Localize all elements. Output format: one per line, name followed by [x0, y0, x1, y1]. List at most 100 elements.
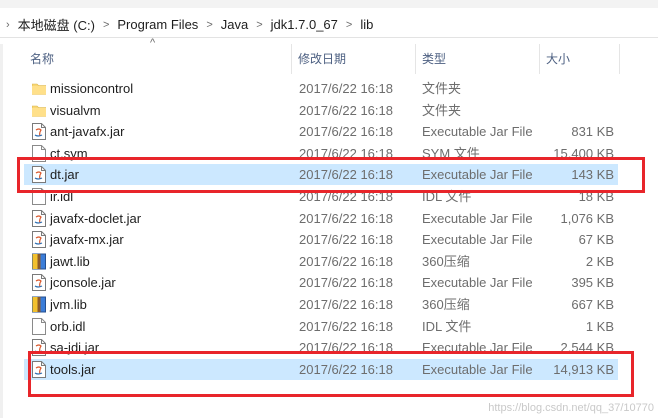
jar-icon [32, 360, 46, 378]
jar-icon [32, 339, 46, 357]
file-row[interactable]: orb.idl 2017/6/22 16:18 IDL 文件 1 KB [24, 316, 618, 337]
file-icon [32, 144, 46, 162]
breadcrumb-item-drive[interactable]: 本地磁盘 (C:) [12, 15, 101, 34]
file-size: 667 KB [571, 297, 614, 312]
file-type: Executable Jar File [422, 275, 533, 291]
file-type: Executable Jar File [422, 232, 533, 248]
file-type: Executable Jar File [422, 167, 533, 183]
file-name: javafx-doclet.jar [50, 210, 142, 226]
file-row[interactable]: sa-jdi.jar 2017/6/22 16:18 Executable Jar … [24, 337, 618, 358]
file-date: 2017/6/22 16:18 [299, 124, 393, 140]
file-type: 360压缩 [422, 253, 470, 269]
breadcrumb-item-jdk[interactable]: jdk1.7.0_67 [265, 17, 344, 32]
file-name: jawt.lib [50, 253, 90, 269]
file-size: 15,400 KB [553, 145, 614, 161]
file-size: 2 KB [585, 253, 614, 269]
column-header-row: ^ 名称 修改日期 类型 大小 [0, 37, 658, 74]
breadcrumb-separator-icon[interactable]: > [101, 19, 111, 31]
column-header-date[interactable]: 修改日期 [292, 44, 416, 74]
address-bar[interactable]: › 本地磁盘 (C:) > Program Files > Java > jdk… [0, 10, 658, 38]
file-row[interactable]: jconsole.jar 2017/6/22 16:18 Executable Ja… [24, 272, 618, 293]
file-name: ir.idl [50, 189, 74, 204]
file-row[interactable]: javafx-mx.jar 2017/6/22 16:18 Executable J… [24, 229, 618, 250]
file-date: 2017/6/22 16:18 [299, 361, 393, 377]
file-name: visualvm [50, 102, 101, 118]
file-icon [32, 188, 46, 205]
archive-icon [32, 296, 46, 313]
breadcrumb-separator-icon[interactable]: > [344, 19, 354, 31]
file-type: IDL 文件 [422, 318, 472, 334]
file-type: 文件夹 [422, 102, 462, 118]
file-name: javafx-mx.jar [50, 232, 124, 248]
jar-icon [32, 123, 46, 141]
file-row[interactable]: dt.jar 2017/6/22 16:18 Executable Jar File… [24, 164, 618, 186]
file-date: 2017/6/22 16:18 [299, 340, 393, 356]
file-date: 2017/6/22 16:18 [299, 210, 393, 226]
file-date: 2017/6/22 16:18 [299, 232, 393, 248]
column-header-name[interactable]: 名称 [24, 44, 292, 74]
file-row[interactable]: ct.sym 2017/6/22 16:18 SYM 文件 15,400 KB [24, 143, 618, 164]
file-date: 2017/6/22 16:18 [299, 145, 393, 161]
file-row[interactable]: jvm.lib 2017/6/22 16:18 360压缩 667 KB [24, 294, 618, 315]
archive-icon [32, 253, 46, 270]
column-header-size[interactable]: 大小 [540, 44, 620, 74]
file-type: Executable Jar File [422, 361, 533, 377]
file-row[interactable]: missioncontrol 2017/6/22 16:18 文件夹 [24, 78, 618, 99]
file-date: 2017/6/22 16:18 [299, 318, 393, 334]
file-name: jconsole.jar [50, 275, 116, 291]
file-type: Executable Jar File [422, 210, 533, 226]
file-name: tools.jar [50, 361, 96, 377]
top-cut-strip [0, 0, 658, 8]
file-type: IDL 文件 [422, 189, 472, 204]
file-size: 14,913 KB [553, 361, 614, 377]
file-name: jvm.lib [50, 297, 87, 312]
file-date: 2017/6/22 16:18 [299, 81, 393, 96]
file-type: 文件夹 [422, 81, 462, 96]
file-size: 1,076 KB [560, 210, 615, 226]
file-name: orb.idl [50, 318, 86, 334]
file-date: 2017/6/22 16:18 [299, 297, 393, 312]
file-icon [32, 317, 46, 335]
file-date: 2017/6/22 16:18 [299, 253, 393, 269]
file-size: 395 KB [571, 275, 614, 291]
file-name: ct.sym [50, 145, 88, 161]
watermark: https://blog.csdn.net/qq_37/10770 [488, 402, 654, 414]
file-type: Executable Jar File [422, 340, 533, 356]
file-size: 1 KB [585, 318, 614, 334]
file-size: 67 KB [578, 232, 614, 248]
breadcrumb-separator-icon[interactable]: > [254, 19, 264, 31]
file-row[interactable]: jawt.lib 2017/6/22 16:18 360压缩 2 KB [24, 251, 618, 272]
file-row[interactable]: visualvm 2017/6/22 16:18 文件夹 [24, 100, 618, 121]
file-date: 2017/6/22 16:18 [299, 275, 393, 291]
file-row[interactable]: javafx-doclet.jar 2017/6/22 16:18 Executab… [24, 208, 618, 229]
file-size: 18 KB [578, 189, 614, 204]
file-date: 2017/6/22 16:18 [299, 167, 393, 183]
file-type: SYM 文件 [422, 145, 480, 161]
file-name: ant-javafx.jar [50, 124, 125, 140]
file-type: Executable Jar File [422, 124, 533, 140]
file-name: sa-jdi.jar [50, 340, 100, 356]
file-row[interactable]: tools.jar 2017/6/22 16:18 Executable Jar F… [24, 358, 618, 380]
file-size: 2,544 KB [560, 340, 615, 356]
column-header-type[interactable]: 类型 [416, 44, 540, 74]
file-name: missioncontrol [50, 81, 134, 96]
folder-icon [31, 102, 47, 119]
file-size: 143 KB [571, 167, 614, 183]
breadcrumb-item-java[interactable]: Java [215, 17, 254, 32]
breadcrumb-item-lib[interactable]: lib [354, 17, 379, 32]
breadcrumb-item-program-files[interactable]: Program Files [111, 17, 204, 32]
file-type: 360压缩 [422, 297, 470, 312]
file-row[interactable]: ant-javafx.jar 2017/6/22 16:18 Executable … [24, 121, 618, 142]
breadcrumb: › 本地磁盘 (C:) > Program Files > Java > jdk… [4, 15, 379, 34]
jar-icon [32, 231, 46, 249]
file-row[interactable]: ir.idl 2017/6/22 16:18 IDL 文件 18 KB [24, 186, 618, 207]
jar-icon [32, 166, 46, 184]
folder-icon [31, 80, 47, 97]
jar-icon [32, 274, 46, 292]
file-name: dt.jar [50, 167, 79, 183]
file-size: 831 KB [571, 124, 614, 140]
navigation-pane-edge [0, 44, 3, 418]
breadcrumb-separator-icon[interactable]: > [204, 19, 214, 31]
jar-icon [32, 209, 46, 227]
nav-chevron-icon[interactable]: › [4, 19, 12, 31]
